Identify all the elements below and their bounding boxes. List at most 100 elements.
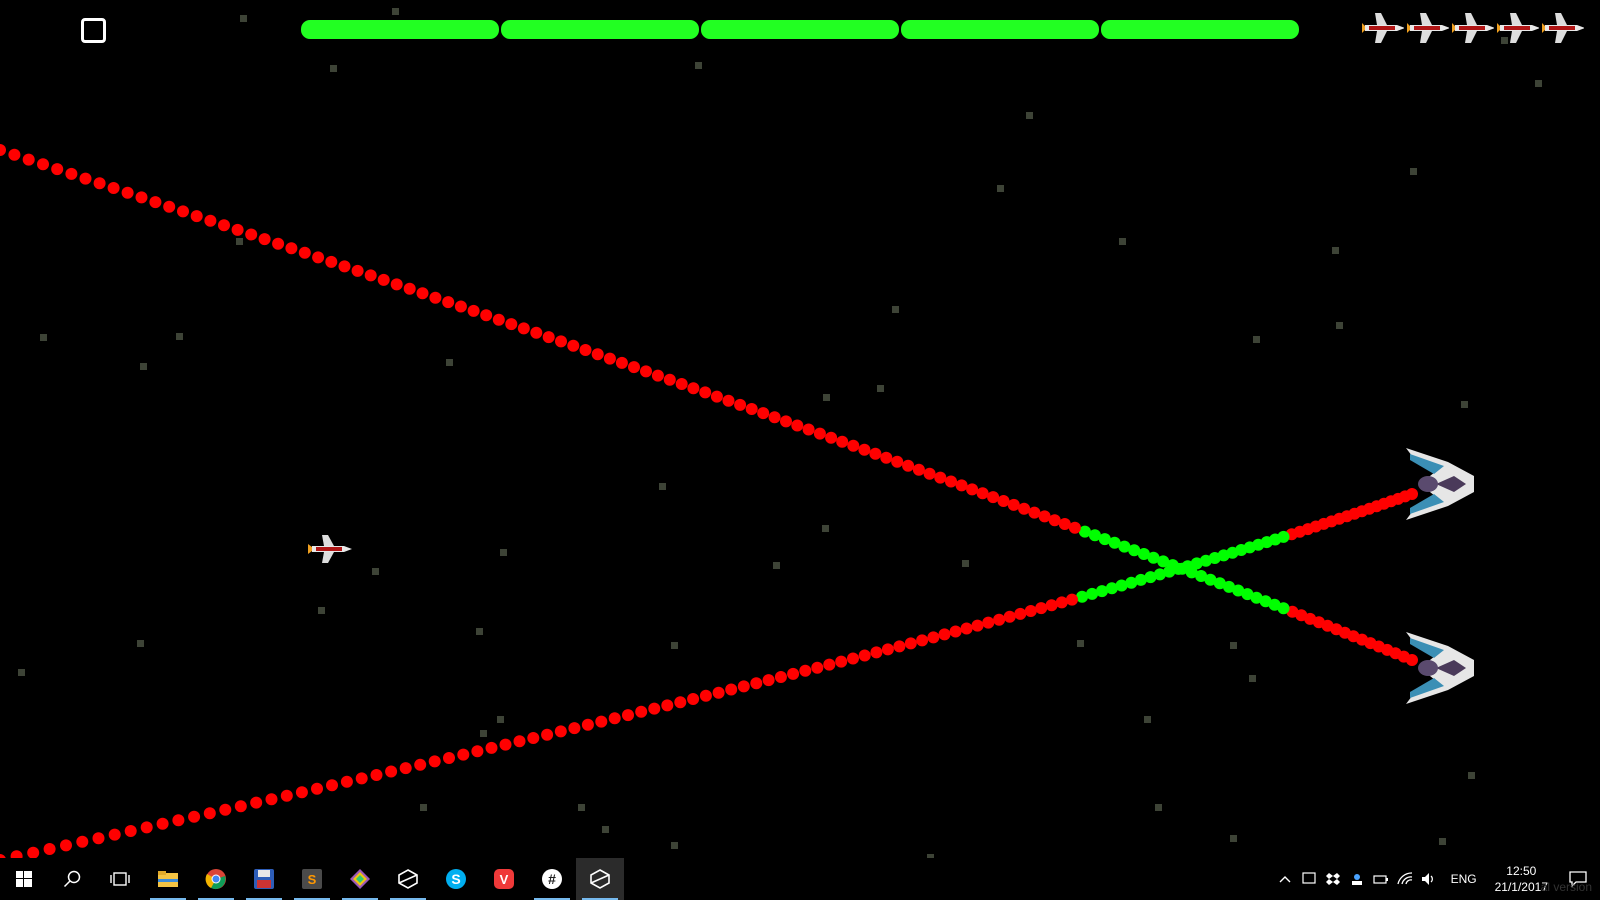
svg-text:S: S [308, 872, 317, 887]
enemy-bullet [799, 664, 812, 677]
star [330, 65, 337, 72]
enemy-bullet [710, 390, 723, 403]
star [18, 669, 25, 676]
star [1077, 640, 1084, 647]
star [1119, 238, 1126, 245]
enemy-bullet [687, 382, 700, 395]
start-button[interactable] [0, 858, 48, 900]
enemy-bullet [750, 677, 763, 690]
tray-dropbox[interactable] [1321, 858, 1345, 900]
task-view-button[interactable] [96, 858, 144, 900]
enemy-bullet [581, 718, 594, 731]
enemy-bullet [265, 793, 278, 806]
enemy-bullet [364, 269, 377, 282]
enemy-bullet [622, 709, 634, 722]
show-hidden-icons-button[interactable] [1273, 858, 1297, 900]
enemy-bullet [0, 144, 6, 156]
star [997, 185, 1004, 192]
windows-taskbar: S S V # ENG 12:50 21/1/2017 al version [0, 858, 1600, 900]
enemy-bullet [390, 278, 403, 291]
star [420, 804, 427, 811]
chrome-button[interactable] [192, 858, 240, 900]
enemy-bullet [527, 732, 540, 744]
enemy-bullet [355, 772, 368, 785]
star [40, 334, 47, 341]
star [1230, 835, 1237, 842]
enemy-bullet [163, 200, 176, 213]
speaker-icon [1421, 873, 1433, 885]
enemy-bullet [881, 643, 894, 656]
tray-app-icon[interactable] [1297, 858, 1321, 900]
language-indicator[interactable]: ENG [1441, 872, 1487, 886]
star [822, 525, 829, 532]
life-ship-icon [1452, 13, 1494, 43]
git-app-button[interactable] [336, 858, 384, 900]
star [1468, 772, 1475, 779]
star [695, 62, 702, 69]
enemy-bullet [280, 789, 293, 802]
enemy-bullet [79, 172, 92, 185]
enemy-bullet [429, 291, 442, 304]
game-canvas[interactable] [0, 0, 1600, 858]
life-ship-icon [1362, 13, 1404, 43]
slack-button[interactable]: # [528, 858, 576, 900]
star [1249, 675, 1256, 682]
enemy-bullet [651, 369, 664, 382]
enemy-ship [1406, 632, 1474, 704]
enemy-bullet [325, 255, 338, 268]
git-icon [350, 869, 370, 889]
enemy-bullet [823, 658, 836, 671]
enemy-bullet [615, 356, 628, 369]
search-button[interactable] [48, 858, 96, 900]
enemy-bullet [555, 335, 567, 348]
enemy-bullet [648, 702, 661, 715]
tray-battery[interactable] [1369, 858, 1393, 900]
pause-button[interactable] [81, 18, 106, 43]
star [392, 8, 399, 15]
enemy-bullet [674, 696, 687, 709]
enemy-bullet [340, 775, 353, 788]
enemy-bullet [663, 373, 676, 386]
enemy-bullet [370, 769, 383, 781]
enemy-bullet [140, 821, 153, 834]
unity-button[interactable] [384, 858, 432, 900]
save-app-button[interactable] [240, 858, 288, 900]
enemy-bullet [542, 331, 555, 344]
tray-wifi[interactable] [1393, 858, 1417, 900]
enemy-bullet [836, 435, 849, 448]
enemy-bullet [993, 613, 1006, 626]
enemy-bullet [802, 423, 815, 436]
enemy-bullet [443, 752, 455, 764]
enemy-bullet [177, 205, 189, 218]
enemy-bullet [414, 758, 427, 771]
file-explorer-button[interactable] [144, 858, 192, 900]
svg-text:V: V [500, 872, 509, 887]
vivaldi-button[interactable]: V [480, 858, 528, 900]
enemy-bullet [541, 728, 554, 741]
svg-text:S: S [451, 871, 460, 887]
enemy-bullet [745, 403, 758, 415]
sublime-text-button[interactable]: S [288, 858, 336, 900]
star [877, 385, 884, 392]
enemy-bullet [976, 487, 989, 500]
tray-volume[interactable] [1417, 858, 1441, 900]
enemy-bullet [22, 153, 35, 166]
user-icon [1351, 874, 1362, 885]
unity-active-button[interactable] [576, 858, 624, 900]
life-ship-icon [1497, 13, 1539, 43]
enemy-bullet [37, 158, 49, 171]
enemy-bullet [927, 631, 940, 644]
enemy-bullet [904, 637, 917, 650]
enemy-bullet [835, 655, 848, 668]
enemy-bullet [1028, 506, 1041, 519]
enemy-bullet [326, 779, 338, 792]
star [1410, 168, 1417, 175]
enemy-bullet [505, 318, 518, 331]
skype-button[interactable]: S [432, 858, 480, 900]
enemy-bullet [399, 762, 412, 775]
enemy-bullet [568, 722, 581, 735]
star [446, 359, 453, 366]
star [1230, 642, 1237, 649]
tray-user[interactable] [1345, 858, 1369, 900]
enemy-bullet [121, 186, 134, 199]
